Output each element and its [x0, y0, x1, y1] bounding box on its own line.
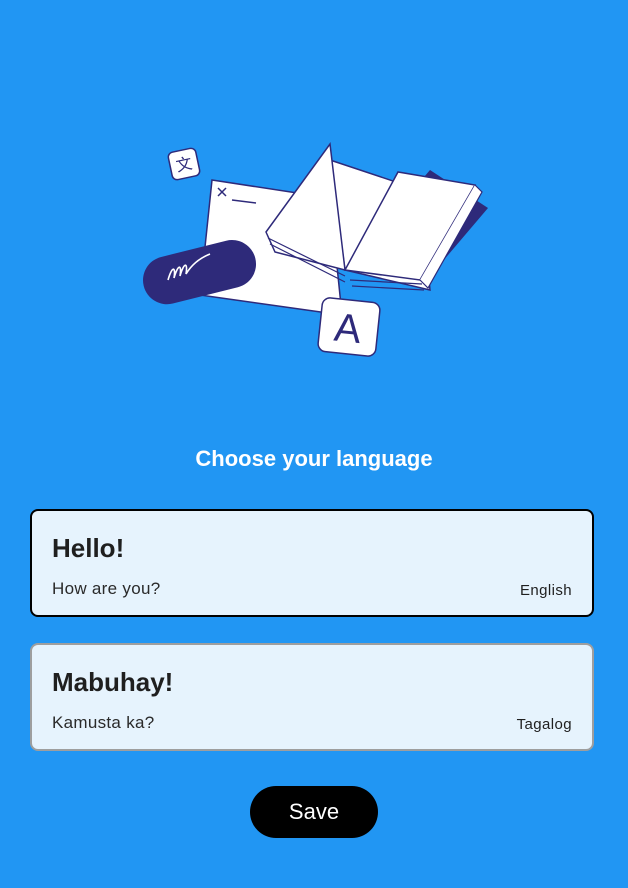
question-text: How are you?	[52, 579, 161, 598]
language-name: Tagalog	[516, 716, 572, 733]
translate-icon: 文	[167, 147, 201, 181]
question-text: Kamusta ka?	[52, 713, 155, 732]
greeting-text: Hello!	[52, 533, 125, 563]
language-option-tagalog[interactable]: Mabuhay! Kamusta ka? Tagalog	[30, 643, 594, 751]
letter-a-tile-icon: A	[317, 297, 381, 357]
language-name: English	[520, 582, 572, 599]
save-button[interactable]: Save	[250, 786, 378, 838]
page-title: Choose your language	[195, 446, 433, 471]
svg-text:A: A	[332, 306, 363, 353]
book-translation-illustration: 文 A	[130, 130, 500, 370]
greeting-text: Mabuhay!	[52, 667, 174, 697]
language-option-english[interactable]: Hello! How are you? English	[30, 509, 594, 617]
